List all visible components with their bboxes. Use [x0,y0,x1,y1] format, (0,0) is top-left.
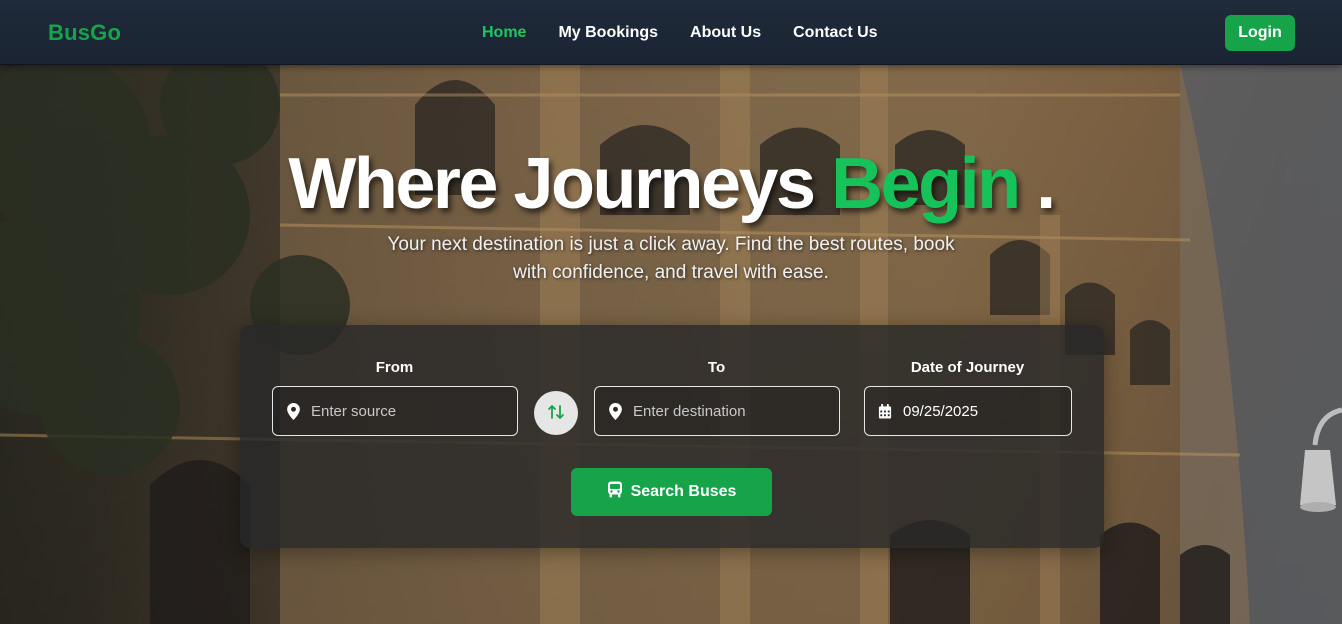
from-label: From [375,359,414,376]
journey-date-input[interactable] [903,402,1053,420]
to-field[interactable] [594,386,840,436]
search-panel: From To Date of Journey Search Buses [240,325,1104,548]
brand-logo[interactable]: BusGo [48,20,121,46]
headline-main: Where Journeys [288,144,832,224]
destination-input[interactable] [633,402,813,420]
bus-icon [607,481,623,503]
map-pin-icon [285,402,301,420]
hero-headline: Where Journeys Begin . [0,143,1342,225]
headline-accent: Begin [831,144,1021,224]
source-input[interactable] [311,402,491,420]
hero-subtitle: Your next destination is just a click aw… [387,234,955,283]
swap-icon [546,402,566,425]
map-pin-icon [607,402,623,420]
date-label: Date of Journey [910,359,1025,376]
swap-locations-button[interactable] [534,391,578,435]
nav-about-us[interactable]: About Us [690,24,761,42]
date-field[interactable] [864,386,1072,436]
nav-contact-us[interactable]: Contact Us [793,24,877,42]
search-buses-button[interactable]: Search Buses [571,468,772,516]
headline-end: . [1018,144,1056,224]
search-buses-label: Search Buses [630,483,737,500]
to-label: To [707,359,726,376]
from-field[interactable] [272,386,518,436]
main-nav: Home My Bookings About Us Contact Us [482,24,910,42]
nav-home[interactable]: Home [482,24,526,42]
nav-my-bookings[interactable]: My Bookings [558,24,658,42]
calendar-icon [877,402,893,420]
navbar: BusGo Home My Bookings About Us Contact … [0,0,1342,65]
login-button[interactable]: Login [1225,15,1295,51]
